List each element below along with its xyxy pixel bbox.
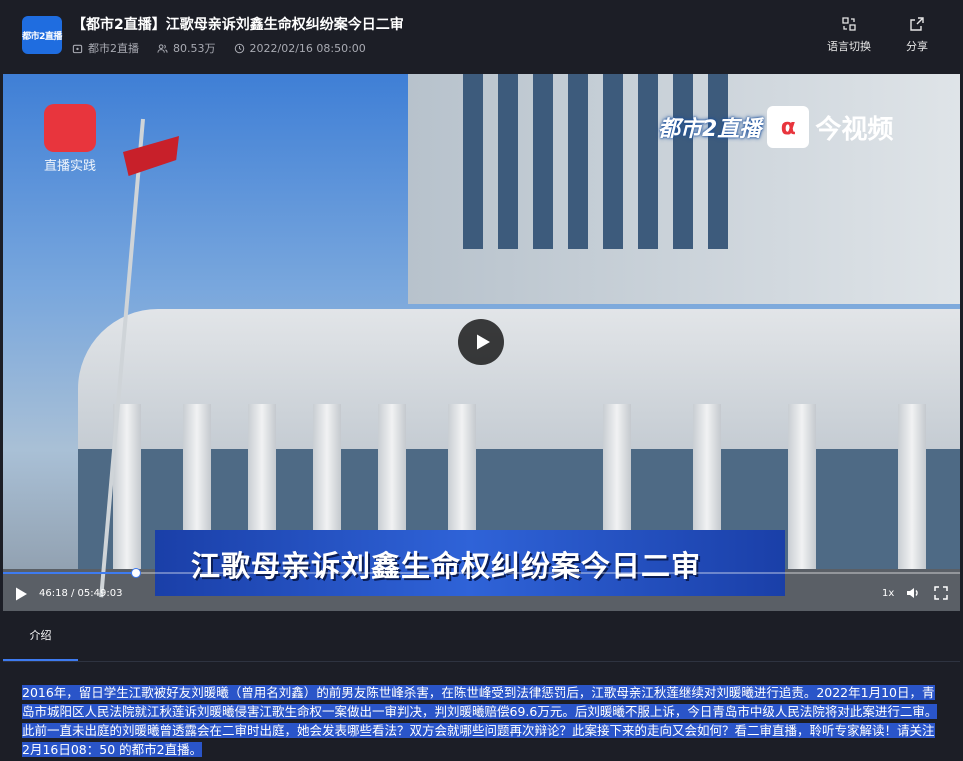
video-description: 2016年，留日学生江歌被好友刘暖曦（曾用名刘鑫）的前男友陈世峰杀害，在陈世峰受… xyxy=(22,683,942,759)
language-switch-button[interactable]: 语言切换 xyxy=(827,16,871,54)
watermark-left-text: 直播实践 xyxy=(43,159,96,174)
share-icon xyxy=(910,17,924,31)
share-label: 分享 xyxy=(906,40,928,53)
progress-fill xyxy=(3,572,135,574)
translate-icon xyxy=(842,17,856,31)
watermark-logo-icon xyxy=(44,104,96,152)
language-switch-label: 语言切换 xyxy=(827,40,871,53)
progress-bar[interactable] xyxy=(3,572,960,574)
progress-handle[interactable] xyxy=(131,568,141,578)
playback-speed[interactable]: 1x xyxy=(882,588,894,599)
tab-bar: 介绍 xyxy=(3,611,960,662)
video-player[interactable]: 直播实践 都市2直播 α 今视频 江歌母亲诉刘鑫生命权纠纷案今日二审 46:18… xyxy=(3,74,960,611)
publish-datetime: 2022/02/16 08:50:00 xyxy=(249,41,366,55)
views-info: 80.53万 xyxy=(157,40,216,56)
brand-logo-icon: α xyxy=(767,106,810,148)
volume-icon[interactable] xyxy=(905,585,921,601)
player-controls: 46:18 / 05:49:03 1x xyxy=(3,582,960,608)
watermark-brand: 今视频 xyxy=(815,114,894,145)
watermark-badge: 都市2直播 xyxy=(658,117,762,142)
viewers-icon xyxy=(157,43,168,53)
watermark-left: 直播实践 xyxy=(39,104,101,174)
share-button[interactable]: 分享 xyxy=(906,16,928,54)
view-count: 80.53万 xyxy=(173,42,216,55)
watermark-right: 都市2直播 α 今视频 xyxy=(658,106,893,148)
channel-icon xyxy=(72,44,83,53)
video-title: 【都市2直播】江歌母亲诉刘鑫生命权纠纷案今日二审 xyxy=(72,17,404,33)
play-icon[interactable] xyxy=(13,586,29,602)
channel-name: 都市2直播 xyxy=(88,42,139,55)
fullscreen-icon[interactable] xyxy=(933,585,949,601)
play-icon xyxy=(476,334,490,350)
video-caption: 江歌母亲诉刘鑫生命权纠纷案今日二审 xyxy=(191,549,702,583)
time-display: 46:18 / 05:49:03 xyxy=(39,588,123,599)
tab-intro[interactable]: 介绍 xyxy=(3,611,78,661)
center-play-button[interactable] xyxy=(458,319,504,365)
channel-info[interactable]: 都市2直播 xyxy=(72,40,139,56)
clock-icon xyxy=(234,43,244,53)
channel-logo[interactable]: 都市2直播 xyxy=(22,16,62,54)
video-meta: 都市2直播 80.53万 2022/02/16 08:50:00 xyxy=(72,40,366,56)
description-text: 2016年，留日学生江歌被好友刘暖曦（曾用名刘鑫）的前男友陈世峰杀害，在陈世峰受… xyxy=(22,685,938,757)
date-info: 2022/02/16 08:50:00 xyxy=(234,40,366,56)
header: 都市2直播 【都市2直播】江歌母亲诉刘鑫生命权纠纷案今日二审 都市2直播 80.… xyxy=(0,0,963,74)
